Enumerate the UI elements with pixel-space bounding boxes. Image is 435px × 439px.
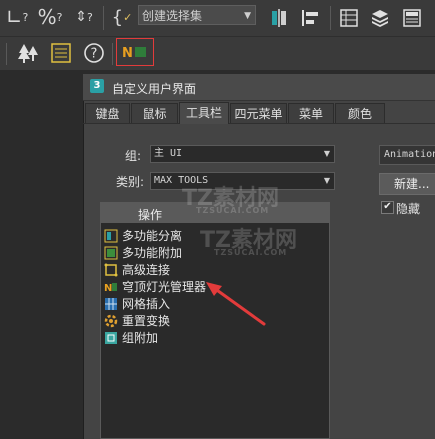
split-icon [104,229,118,243]
action-list-header-label: 操作 [138,208,163,222]
group-label: 组: [125,149,142,163]
chevron-down-icon: ▼ [323,149,330,158]
list-item-label: 重置变换 [122,314,171,328]
tab-mouse[interactable]: 鼠标 [131,103,178,123]
grid-insert-icon [104,297,118,311]
category-label: 类别: [116,175,145,189]
new-toolbar-button[interactable]: 新建... [379,173,435,195]
watermark-domain: TZSUCAI.COM [214,248,288,257]
connect-icon [104,263,118,277]
selection-set-dropdown[interactable]: 创建选择集 ▼ [138,5,256,25]
group-attach-icon [104,331,118,345]
notes-icon[interactable] [47,40,75,66]
ribbon-toggle-icon[interactable] [399,5,425,31]
list-item[interactable]: 网格插入 [104,295,170,312]
list-item[interactable]: 多功能附加 [104,244,182,261]
selection-set-text: 创建选择集 [142,9,203,23]
svg-text:?: ? [91,47,98,62]
tab-colors[interactable]: 颜色 [335,103,385,123]
list-item-label: 网格插入 [122,297,171,311]
group-select-value: 主 UI [154,148,183,159]
scene-explorer-icon[interactable] [336,5,362,31]
annotation-arrow [206,282,266,326]
hide-checkbox[interactable]: ✔ [381,201,394,214]
app-icon: 3 [90,79,104,93]
tab-quad-menus[interactable]: 四元菜单 [230,103,287,123]
list-item-label: 多功能分离 [122,229,183,243]
layer-explorer-icon[interactable] [367,5,393,31]
watermark-domain: TZSUCAI.COM [196,206,270,215]
named-selection-icon[interactable]: {✓ [108,4,136,30]
light-manager-icon: N [104,280,118,294]
svg-text:N: N [122,46,133,60]
list-item-label: 高级连接 [122,263,171,277]
group-select[interactable]: 主 UI ▼ [150,145,335,163]
list-item-label: 组附加 [122,331,159,345]
chevron-down-icon: ▼ [244,11,251,21]
align-icon[interactable] [297,5,323,31]
main-toolbar: ∟? %? ⇕? {✓ 创建选择集 ▼ [0,0,435,36]
list-item-label: 多功能附加 [122,246,183,260]
toolbar-select[interactable]: Animation [379,145,435,165]
snap-angle-icon[interactable]: ∟? [4,4,30,30]
foliage-icon[interactable] [14,40,42,66]
percent-snap-icon[interactable]: %? [36,4,64,30]
list-item-label: 穹顶灯光管理器 [122,280,207,294]
attach-icon [104,246,118,260]
list-item[interactable]: 高级连接 [104,261,170,278]
reset-xform-icon [104,314,118,328]
tab-keyboard[interactable]: 键盘 [85,103,130,123]
hide-checkbox-label: 隐藏 [396,202,421,216]
list-item[interactable]: 重置变换 [104,312,170,329]
list-item[interactable]: N 穹顶灯光管理器 [104,278,206,295]
tab-toolbars[interactable]: 工具栏 [179,102,229,124]
secondary-toolbar: ? [0,36,435,70]
dialog-title: 自定义用户界面 [112,82,197,96]
highlighted-toolbar-button[interactable]: N [116,38,154,66]
light-manager-icon: N [121,43,149,61]
mirror-icon[interactable] [266,5,292,31]
spinner-snap-icon[interactable]: ⇕? [70,4,98,30]
tab-menus[interactable]: 菜单 [288,103,334,123]
help-icon[interactable]: ? [80,40,108,66]
svg-text:N: N [104,283,112,294]
list-item[interactable]: 组附加 [104,329,158,346]
chevron-down-icon: ▼ [323,176,330,185]
list-item[interactable]: 多功能分离 [104,227,182,244]
